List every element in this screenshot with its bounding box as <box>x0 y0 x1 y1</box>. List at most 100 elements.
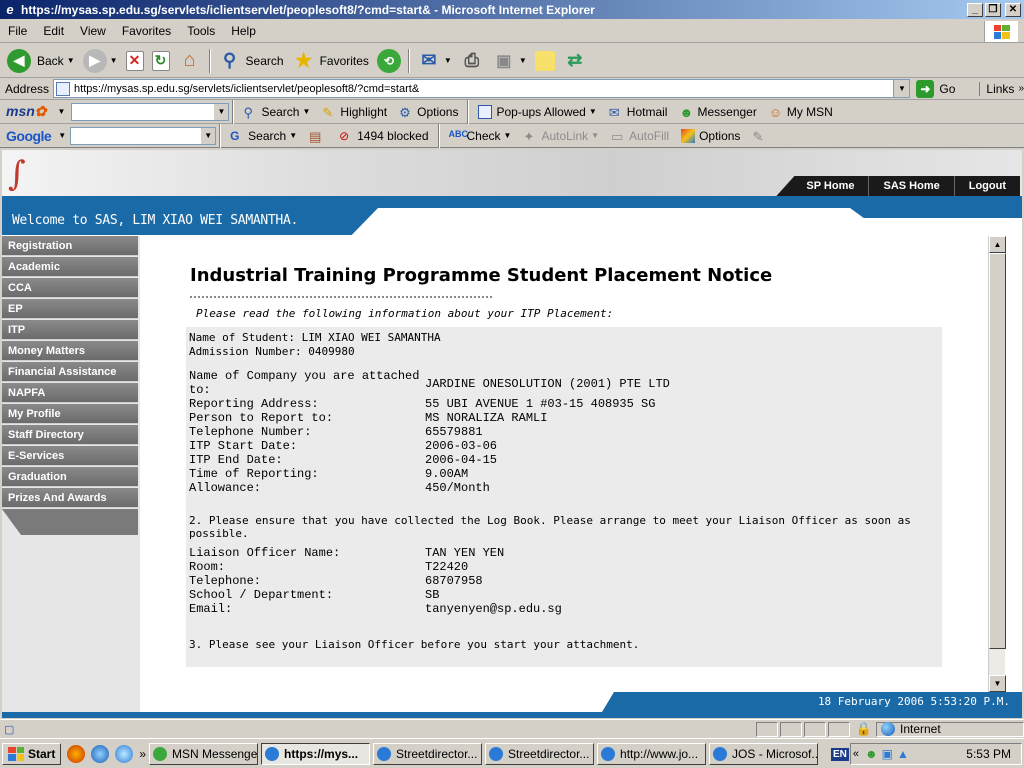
sidebar-item-registration[interactable]: Registration <box>2 236 138 256</box>
msn-options-button[interactable]: ⚙ Options <box>393 105 464 120</box>
google-logo[interactable]: Google <box>6 128 52 144</box>
chevron-down-icon[interactable]: ▼ <box>504 131 512 140</box>
clock[interactable]: 5:53 PM <box>966 747 1011 761</box>
google-search-input[interactable]: ▼ <box>70 126 217 145</box>
sidebar-item-my-profile[interactable]: My Profile <box>2 404 138 424</box>
taskbar-item-msn-messenger[interactable]: MSN Messenger <box>149 742 259 765</box>
scroll-up-button[interactable]: ▲ <box>989 236 1006 253</box>
sidebar-item-cca[interactable]: CCA <box>2 278 138 298</box>
history-button[interactable]: ⟲ <box>373 47 405 75</box>
nav-sp-home[interactable]: SP Home <box>776 176 869 196</box>
firefox-icon[interactable] <box>67 744 86 763</box>
taskbar-item-jos[interactable]: JOS - Microsof... <box>709 742 819 765</box>
chevron-down-icon[interactable]: ▼ <box>67 56 75 65</box>
search-button[interactable]: ⚲ Search <box>214 47 288 75</box>
highlighter-button[interactable]: ✎ <box>746 129 776 144</box>
mail-button[interactable]: ✉ ▼ <box>413 47 456 75</box>
chevron-left-icon[interactable]: « <box>853 748 859 760</box>
chevron-down-icon[interactable]: ▼ <box>58 131 66 140</box>
links-button[interactable]: Links <box>979 81 1014 96</box>
minimize-button[interactable]: _ <box>967 2 983 17</box>
nav-sas-home[interactable]: SAS Home <box>868 176 954 196</box>
sidebar-item-napfa[interactable]: NAPFA <box>2 383 138 403</box>
language-indicator[interactable]: EN <box>831 747 849 761</box>
chevron-down-icon[interactable]: ▼ <box>519 56 527 65</box>
my-msn-button[interactable]: ☺ My MSN <box>763 105 839 120</box>
sidebar-item-itp[interactable]: ITP <box>2 320 138 340</box>
favorites-button[interactable]: ★ Favorites <box>288 47 373 75</box>
msn-search-input[interactable]: ▼ <box>71 102 230 121</box>
msn-logo[interactable]: msn✿ <box>6 103 47 120</box>
chevron-down-icon[interactable]: ▼ <box>289 131 297 140</box>
network-icon[interactable]: ▣ <box>882 747 893 761</box>
window-titlebar[interactable]: e https://mysas.sp.edu.sg/servlets/iclie… <box>0 0 1024 19</box>
home-button[interactable]: ⌂ <box>174 47 206 75</box>
restore-button[interactable]: ❐ <box>985 2 1001 17</box>
google-search-button[interactable]: G Search ▼ <box>224 129 303 143</box>
address-input[interactable]: https://mysas.sp.edu.sg/servlets/iclient… <box>53 79 911 98</box>
close-button[interactable]: ✕ <box>1005 2 1021 17</box>
lock-icon[interactable]: 🔒 <box>856 721 872 737</box>
news-button[interactable]: ▤ <box>303 129 333 144</box>
messenger-button[interactable]: ☻ Messenger <box>673 105 762 120</box>
sidebar-item-graduation[interactable]: Graduation <box>2 467 138 487</box>
menu-edit[interactable]: Edit <box>35 24 72 38</box>
taskbar-item-jobs[interactable]: http://www.jo... <box>597 742 707 765</box>
tray-app-icon[interactable]: ▲ <box>897 747 909 761</box>
menu-favorites[interactable]: Favorites <box>114 24 179 38</box>
menu-view[interactable]: View <box>72 24 114 38</box>
messenger-quicklaunch-icon[interactable] <box>115 744 134 763</box>
taskbar-item-ie-active[interactable]: https://mys... <box>261 742 371 765</box>
chevron-down-icon[interactable]: ▼ <box>110 56 118 65</box>
hotmail-button[interactable]: ✉ Hotmail <box>603 105 674 120</box>
chevron-down-icon[interactable]: ▼ <box>589 107 597 116</box>
sidebar-item-prizes-and-awards[interactable]: Prizes And Awards <box>2 488 138 508</box>
scroll-down-button[interactable]: ▼ <box>989 675 1006 692</box>
highlight-button[interactable]: ✎ Highlight <box>316 105 393 120</box>
menu-tools[interactable]: Tools <box>179 24 223 38</box>
stop-button[interactable]: ✕ <box>122 47 148 75</box>
forward-button[interactable]: ▶ ▼ <box>79 47 122 75</box>
chevron-down-icon[interactable]: ▼ <box>214 103 229 120</box>
scroll-thumb[interactable] <box>989 253 1006 649</box>
sidebar-item-e-services[interactable]: E-Services <box>2 446 138 466</box>
spellcheck-button[interactable]: ABC Check ▼ <box>443 129 518 143</box>
chevron-down-icon[interactable]: ▼ <box>591 131 599 140</box>
sidebar-item-academic[interactable]: Academic <box>2 257 138 277</box>
chevron-down-icon[interactable]: ▼ <box>444 56 452 65</box>
chevron-down-icon[interactable]: ▼ <box>893 80 910 97</box>
edit-button[interactable]: ▣ ▼ <box>488 47 531 75</box>
refresh-button[interactable]: ↻ <box>148 47 174 75</box>
autolink-button[interactable]: ✦ AutoLink ▼ <box>517 129 605 144</box>
ie-quicklaunch-icon[interactable] <box>91 744 110 763</box>
go-button[interactable]: ➜ Go <box>916 79 955 98</box>
taskbar-item-streetdirector-2[interactable]: Streetdirector... <box>485 742 595 765</box>
menu-file[interactable]: File <box>0 24 35 38</box>
chevron-right-icon[interactable]: » <box>139 747 146 761</box>
menu-help[interactable]: Help <box>223 24 264 38</box>
nav-logout[interactable]: Logout <box>953 176 1020 196</box>
back-button[interactable]: ◀ Back ▼ <box>3 47 79 75</box>
messenger-tray-icon[interactable]: ☻ <box>865 747 878 761</box>
sidebar-item-staff-directory[interactable]: Staff Directory <box>2 425 138 445</box>
start-button[interactable]: Start <box>2 742 62 765</box>
chevron-right-icon[interactable]: » <box>1018 83 1024 94</box>
chevron-down-icon[interactable]: ▼ <box>302 107 310 116</box>
sidebar-item-financial-assistance[interactable]: Financial Assistance <box>2 362 138 382</box>
sp-logo-icon[interactable]: ∫ <box>8 156 38 192</box>
popup-blocker-button[interactable]: ⊘ 1494 blocked <box>333 129 434 143</box>
msn-search-button[interactable]: ⚲ Search ▼ <box>237 105 316 120</box>
google-options-button[interactable]: Options <box>675 128 746 143</box>
print-button[interactable]: ⎙ <box>456 47 488 75</box>
popups-allowed-button[interactable]: Pop-ups Allowed ▼ <box>472 104 602 119</box>
taskbar-item-streetdirector-1[interactable]: Streetdirector... <box>373 742 483 765</box>
chevron-down-icon[interactable]: ▼ <box>201 127 216 144</box>
autofill-button[interactable]: ▭ AutoFill <box>605 129 675 144</box>
messenger-toolbar-button[interactable]: ⇄ <box>559 47 591 75</box>
chevron-down-icon[interactable]: ▼ <box>58 107 66 116</box>
notes-button[interactable] <box>531 47 559 75</box>
vertical-scrollbar[interactable]: ▲ ▼ <box>988 236 1006 692</box>
liaison-email[interactable]: tanyenyen@sp.edu.sg <box>425 602 562 616</box>
sidebar-item-money-matters[interactable]: Money Matters <box>2 341 138 361</box>
sidebar-item-ep[interactable]: EP <box>2 299 138 319</box>
